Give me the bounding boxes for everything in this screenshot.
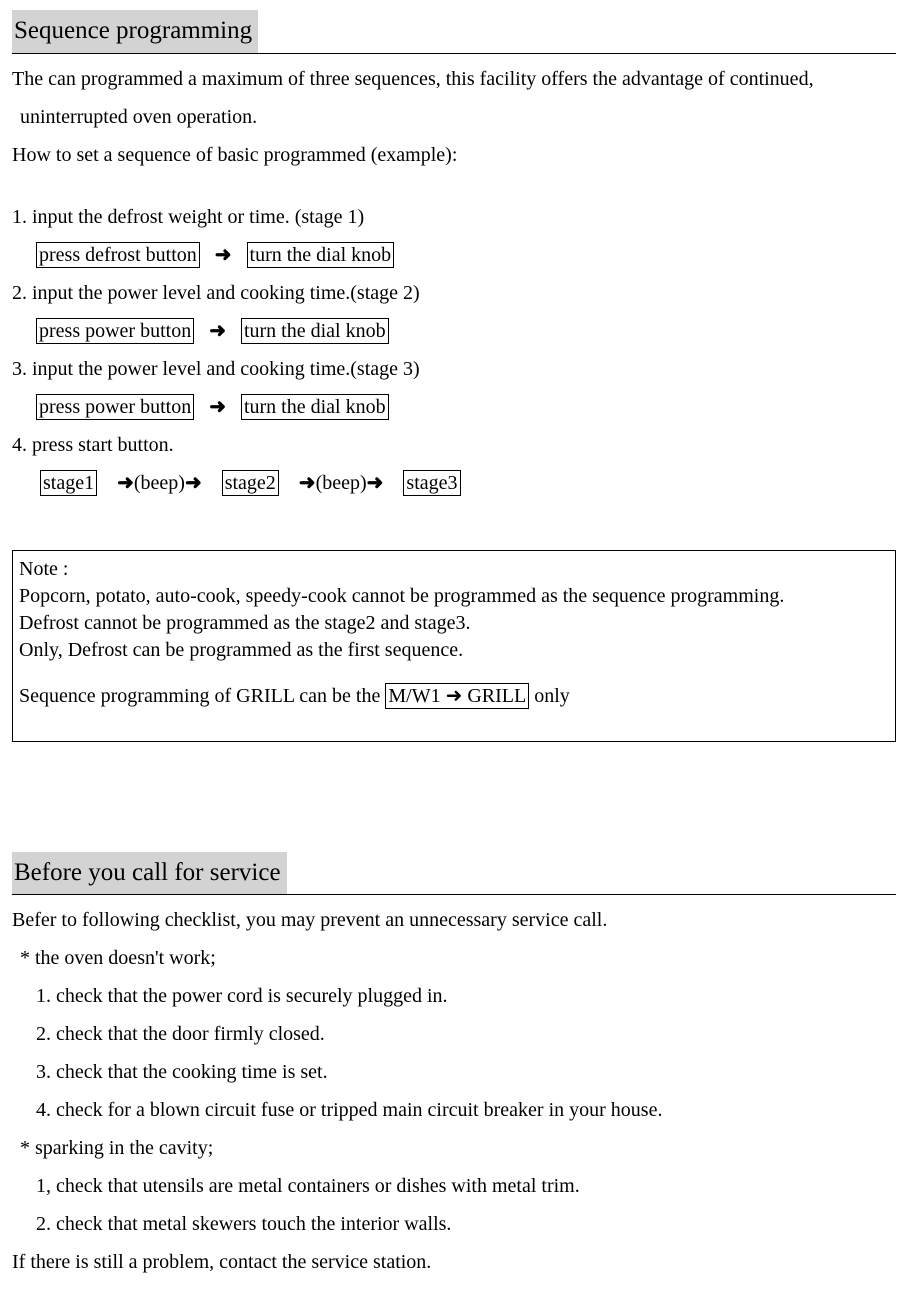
arrow-icon: ➜ — [117, 472, 134, 494]
service-intro: Befer to following checklist, you may pr… — [12, 903, 896, 937]
service-c6: 2. check that metal skewers touch the in… — [12, 1207, 896, 1241]
note-grill-box: M/W1 ➜ GRILL — [385, 683, 529, 709]
howto-line: How to set a sequence of basic programme… — [12, 138, 896, 172]
section-header-service: Before you call for service — [12, 852, 896, 896]
note-line3: Only, Defrost can be programmed as the f… — [19, 638, 889, 663]
service-c2: 2. check that the door firmly closed. — [12, 1017, 896, 1051]
beep-text: (beep) — [316, 472, 367, 494]
service-c3: 3. check that the cooking time is set. — [12, 1055, 896, 1089]
note-line4b: only — [529, 685, 570, 707]
step1-flow: press defrost button ➜ turn the dial kno… — [12, 238, 896, 272]
section-title-service: Before you call for service — [12, 852, 287, 895]
step4: 4. press start button. — [12, 428, 896, 462]
note-line2: Defrost cannot be programmed as the stag… — [19, 611, 889, 636]
beep-text: (beep) — [134, 472, 185, 494]
stage3-box: stage3 — [403, 470, 460, 496]
step3: 3. input the power level and cooking tim… — [12, 352, 896, 386]
arrow-icon: ➜ — [367, 472, 384, 494]
step3-box-b: turn the dial knob — [241, 394, 389, 420]
section-header-sequence: Sequence programming — [12, 10, 896, 54]
stage2-box: stage2 — [222, 470, 279, 496]
service-c5: 1, check that utensils are metal contain… — [12, 1169, 896, 1203]
note-box: Note : Popcorn, potato, auto-cook, speed… — [12, 550, 896, 742]
step1: 1. input the defrost weight or time. (st… — [12, 200, 896, 234]
arrow-icon: ➜ — [215, 244, 232, 266]
intro-line-2: uninterrupted oven operation. — [12, 100, 896, 134]
step2-flow: press power button ➜ turn the dial knob — [12, 314, 896, 348]
section-title-sequence: Sequence programming — [12, 10, 258, 53]
service-c4: 4. check for a blown circuit fuse or tri… — [12, 1093, 896, 1127]
step2-box-a: press power button — [36, 318, 194, 344]
arrow-icon: ➜ — [209, 320, 226, 342]
step2: 2. input the power level and cooking tim… — [12, 276, 896, 310]
step3-flow: press power button ➜ turn the dial knob — [12, 390, 896, 424]
arrow-icon: ➜ — [185, 472, 202, 494]
step3-box-a: press power button — [36, 394, 194, 420]
note-title: Note : — [19, 557, 889, 582]
step1-box-b: turn the dial knob — [247, 242, 395, 268]
arrow-icon: ➜ — [209, 396, 226, 418]
intro-line-1: The can programmed a maximum of three se… — [12, 62, 896, 96]
note-line1: Popcorn, potato, auto-cook, speedy-cook … — [19, 584, 889, 609]
stage-flow: stage1 ➜(beep)➜ stage2 ➜(beep)➜ stage3 — [12, 466, 896, 500]
service-outro: If there is still a problem, contact the… — [12, 1245, 896, 1279]
service-h1: * the oven doesn't work; — [12, 941, 896, 975]
arrow-icon: ➜ — [299, 472, 316, 494]
step1-box-a: press defrost button — [36, 242, 200, 268]
service-c1: 1. check that the power cord is securely… — [12, 979, 896, 1013]
step2-box-b: turn the dial knob — [241, 318, 389, 344]
stage1-box: stage1 — [40, 470, 97, 496]
note-line4: Sequence programming of GRILL can be the… — [19, 683, 889, 709]
note-line4a: Sequence programming of GRILL can be the — [19, 685, 385, 707]
service-h2: * sparking in the cavity; — [12, 1131, 896, 1165]
